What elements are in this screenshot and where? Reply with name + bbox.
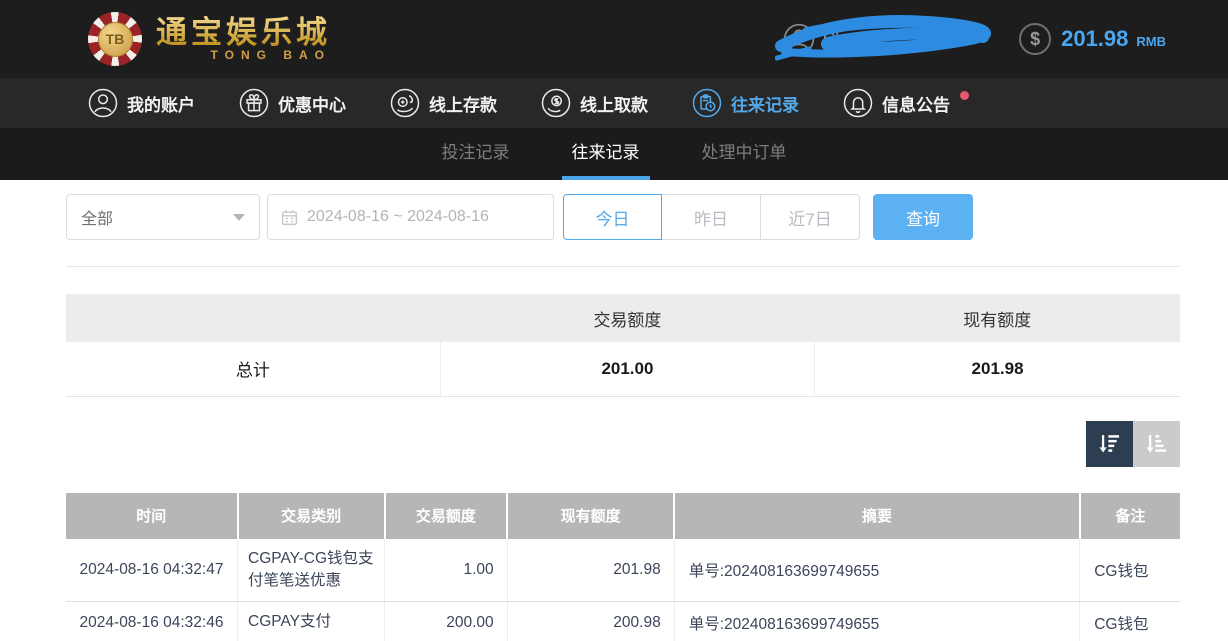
nav-label: 信息公告 — [882, 95, 950, 115]
summary-header-balance: 现有额度 — [814, 294, 1180, 342]
notification-badge-dot — [960, 91, 969, 100]
summary-total-transaction: 201.00 — [439, 342, 815, 397]
nav-label: 线上存款 — [429, 95, 497, 115]
table-row: 2024-08-16 04:32:47 CGPAY-CG钱包支付笔笔送优惠 1.… — [66, 538, 1180, 603]
bell-icon — [843, 88, 873, 118]
sort-controls — [66, 420, 1180, 467]
type-filter-select[interactable]: 全部 — [66, 194, 260, 240]
user-account-area[interactable]: Ch g 20 — [775, 14, 995, 64]
nav-item-promotions[interactable]: 优惠中心 — [239, 88, 346, 118]
cell-balance: 201.98 — [507, 538, 675, 603]
summary-header-row: 交易额度 现有额度 — [66, 294, 1180, 342]
withdraw-icon — [541, 88, 571, 118]
cell-time: 2024-08-16 04:32:46 — [66, 601, 239, 641]
main-nav: 我的账户 优惠中心 线上存款 线上取款 往来记录 信息公告 — [0, 78, 1228, 128]
col-header-amount: 交易额度 — [384, 492, 509, 539]
nav-item-withdraw[interactable]: 线上取款 — [541, 88, 648, 118]
balance-display[interactable]: $ 201.98 RMB — [1019, 23, 1166, 55]
sort-descending-icon — [1099, 435, 1120, 453]
user-icon — [88, 88, 118, 118]
nav-item-transaction-records[interactable]: 往来记录 — [692, 88, 799, 118]
range-button-last7days[interactable]: 近7日 — [761, 194, 860, 240]
table-row: 2024-08-16 04:32:46 CGPAY支付 200.00 200.9… — [66, 601, 1180, 641]
tab-transaction-records[interactable]: 往来记录 — [561, 128, 650, 180]
nav-label: 线上取款 — [580, 95, 648, 115]
cell-amount: 200.00 — [384, 601, 508, 641]
chevron-down-icon — [233, 213, 245, 221]
range-button-yesterday[interactable]: 昨日 — [662, 194, 761, 240]
nav-item-announcements[interactable]: 信息公告 — [843, 88, 969, 118]
records-table: 时间 交易类别 交易额度 现有额度 摘要 备注 2024-08-16 04:32… — [66, 492, 1180, 641]
nav-label: 往来记录 — [731, 95, 799, 115]
cell-time: 2024-08-16 04:32:47 — [66, 538, 239, 603]
query-button[interactable]: 查询 — [873, 194, 973, 240]
summary-header-transaction: 交易额度 — [440, 294, 815, 342]
records-header-row: 时间 交易类别 交易额度 现有额度 摘要 备注 — [66, 492, 1180, 539]
nav-label: 我的账户 — [127, 95, 195, 115]
cell-type: CGPAY支付 — [237, 601, 386, 641]
casino-chip-icon: TB — [88, 12, 142, 66]
cell-summary: 单号:202408163699749655 — [674, 538, 1081, 603]
quick-range-group: 今日 昨日 近7日 — [563, 194, 860, 240]
calendar-icon — [281, 209, 298, 225]
gift-icon — [239, 88, 269, 118]
username-text: Ch g 20 — [823, 29, 883, 48]
nav-label: 优惠中心 — [278, 95, 346, 115]
tab-pending-orders[interactable]: 处理中订单 — [692, 128, 797, 180]
sort-ascending-icon — [1146, 435, 1167, 453]
cell-balance: 200.98 — [507, 601, 675, 641]
summary-table: 交易额度 现有额度 总计 201.00 201.98 — [66, 294, 1180, 397]
filter-bar: 全部 2024-08-16 ~ 2024-08-16 今日 昨日 近7日 查询 — [66, 194, 1180, 240]
summary-total-balance: 201.98 — [814, 342, 1180, 397]
col-header-balance: 现有额度 — [507, 492, 676, 539]
date-range-input[interactable]: 2024-08-16 ~ 2024-08-16 — [267, 194, 554, 240]
deposit-icon — [390, 88, 420, 118]
balance-currency: RMB — [1136, 33, 1166, 49]
user-avatar-icon — [783, 23, 815, 55]
summary-header-empty — [66, 294, 441, 342]
cell-type: CGPAY-CG钱包支付笔笔送优惠 — [237, 538, 386, 603]
sort-descending-button[interactable] — [1086, 420, 1133, 467]
col-header-type: 交易类别 — [237, 492, 386, 539]
record-tabs: 投注记录 往来记录 处理中订单 — [0, 128, 1228, 180]
balance-amount: 201.98 — [1061, 26, 1129, 51]
summary-total-label: 总计 — [66, 342, 441, 397]
date-range-value: 2024-08-16 ~ 2024-08-16 — [307, 208, 489, 225]
range-button-today[interactable]: 今日 — [563, 194, 662, 240]
records-icon — [692, 88, 722, 118]
chip-label: TB — [97, 21, 133, 57]
summary-total-row: 总计 201.00 201.98 — [66, 342, 1180, 397]
top-header: TB 通宝娱乐城 TONG BAO Ch g 20 $ 201.98 RMB — [0, 0, 1228, 78]
sort-ascending-button[interactable] — [1133, 420, 1180, 467]
section-divider — [66, 266, 1180, 267]
nav-item-deposit[interactable]: 线上存款 — [390, 88, 497, 118]
cell-remark: CG钱包 — [1079, 601, 1180, 641]
brand-logo: TB 通宝娱乐城 TONG BAO — [88, 12, 331, 66]
cell-summary: 单号:202408163699749655 — [674, 601, 1081, 641]
cell-remark: CG钱包 — [1079, 538, 1180, 603]
cell-amount: 1.00 — [384, 538, 508, 603]
col-header-summary: 摘要 — [674, 492, 1081, 539]
dollar-coin-icon: $ — [1019, 23, 1052, 55]
nav-item-my-account[interactable]: 我的账户 — [88, 88, 195, 118]
tab-betting-records[interactable]: 投注记录 — [432, 128, 520, 180]
type-filter-value: 全部 — [81, 211, 114, 228]
brand-title: 通宝娱乐城 — [156, 15, 331, 51]
col-header-remark: 备注 — [1079, 492, 1180, 539]
col-header-time: 时间 — [66, 492, 239, 539]
